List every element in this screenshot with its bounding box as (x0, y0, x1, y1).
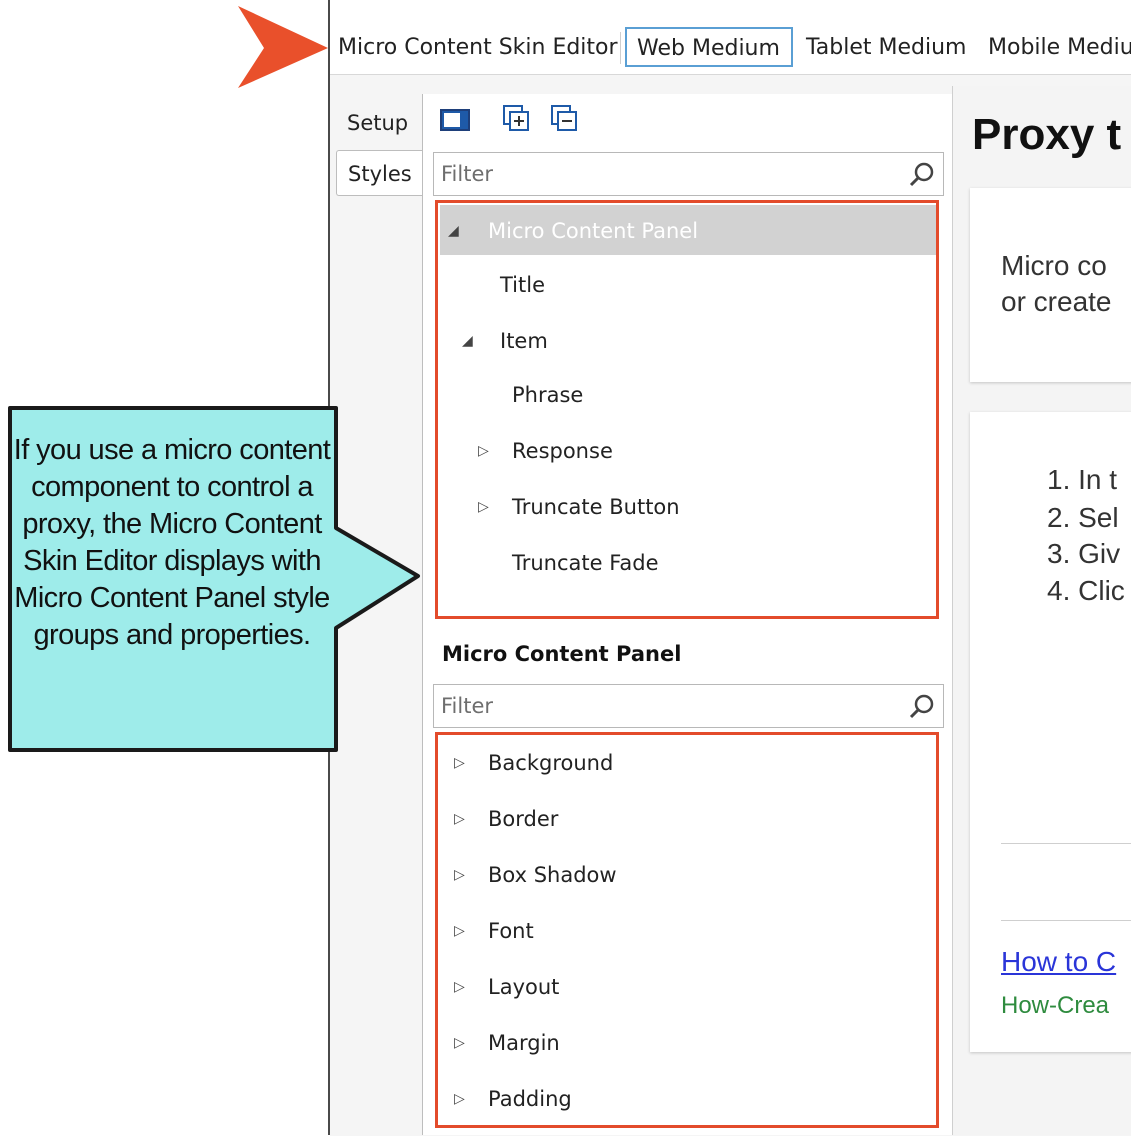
collapsed-arrow-icon[interactable]: ▷ (454, 735, 465, 791)
property-group-background[interactable]: ▷ Background (438, 735, 928, 791)
property-group-font[interactable]: ▷ Font (438, 903, 928, 959)
collapsed-arrow-icon[interactable]: ▷ (454, 1015, 465, 1071)
tree-item-item[interactable]: ◢ Item (438, 313, 838, 369)
property-group-label: Border (488, 807, 559, 831)
property-group-label: Background (488, 751, 614, 775)
tree-item-response[interactable]: ▷ Response (438, 423, 838, 479)
collapsed-arrow-icon[interactable]: ▷ (454, 903, 465, 959)
element-filter-placeholder: Filter (441, 162, 494, 186)
tree-item-phrase[interactable]: Phrase (512, 367, 583, 423)
tree-item-micro-content-panel[interactable]: ◢ Micro Content Panel (438, 203, 936, 259)
collapsed-arrow-icon[interactable]: ▷ (478, 423, 489, 479)
property-group-margin[interactable]: ▷ Margin (438, 1015, 928, 1071)
preview-step: 2. Sel (1047, 502, 1119, 533)
preview-divider (1001, 920, 1131, 921)
preview-step: 4. Clic (1047, 575, 1125, 606)
properties-header: Micro Content Panel (442, 642, 682, 666)
tree-item-label: Response (512, 439, 613, 463)
callout-text: If you use a micro content component to … (13, 434, 331, 651)
preview-source-path: How-Crea (1001, 992, 1110, 1019)
property-group-border[interactable]: ▷ Border (438, 791, 928, 847)
tree-item-label: Item (500, 329, 548, 353)
tab-separator (620, 32, 621, 64)
tree-item-label: Micro Content Panel (488, 219, 699, 243)
tree-item-truncate-fade[interactable]: Truncate Fade (512, 535, 659, 591)
property-filter-input[interactable]: Filter (433, 684, 944, 728)
preview-heading: Proxy t (972, 110, 1122, 159)
collapsed-arrow-icon[interactable]: ▷ (454, 959, 465, 1015)
property-group-label: Font (488, 919, 534, 943)
tab-tablet-medium[interactable]: Tablet Medium (806, 22, 966, 74)
property-group-label: Margin (488, 1031, 560, 1055)
expand-all-icon[interactable] (500, 102, 534, 140)
element-tree: ◢ Micro Content Panel Title ◢ Item Phras… (435, 200, 939, 619)
editor-tab-bar: Micro Content Skin Editor Web Medium Tab… (330, 22, 1131, 74)
element-filter-input[interactable]: Filter (433, 152, 944, 196)
preview-step: 3. Giv (1047, 538, 1121, 569)
property-group-box-shadow[interactable]: ▷ Box Shadow (438, 847, 928, 903)
tree-item-label: Truncate Button (512, 495, 680, 519)
preview-link[interactable]: How to C (1001, 946, 1116, 978)
collapse-all-icon[interactable] (548, 102, 582, 140)
preview-divider (1001, 843, 1131, 844)
property-filter-placeholder: Filter (441, 694, 494, 718)
tab-mobile-medium[interactable]: Mobile Medium (988, 22, 1131, 74)
property-group-label: Box Shadow (488, 863, 617, 887)
property-group-layout[interactable]: ▷ Layout (438, 959, 928, 1015)
collapsed-arrow-icon[interactable]: ▷ (478, 479, 489, 535)
expanded-arrow-icon[interactable]: ◢ (462, 313, 473, 369)
property-group-padding[interactable]: ▷ Padding (438, 1071, 928, 1127)
tab-web-medium[interactable]: Web Medium (625, 27, 793, 67)
collapsed-arrow-icon[interactable]: ▷ (454, 791, 465, 847)
search-icon[interactable] (907, 160, 937, 194)
preview-intro-line: Micro co (1001, 250, 1107, 281)
property-group-label: Padding (488, 1087, 572, 1111)
property-group-list: ▷ Background ▷ Border ▷ Box Shadow ▷ Fon… (435, 732, 939, 1128)
preview-step: 1. In t (1047, 464, 1118, 495)
tree-item-truncate-button[interactable]: ▷ Truncate Button (438, 479, 838, 535)
preview-intro-line: or create (1001, 286, 1112, 317)
preview-card-intro (970, 188, 1131, 382)
panel-layout-icon[interactable] (438, 102, 472, 140)
search-icon[interactable] (907, 692, 937, 726)
collapsed-arrow-icon[interactable]: ▷ (454, 847, 465, 903)
expanded-arrow-icon[interactable]: ◢ (448, 203, 459, 259)
collapsed-arrow-icon[interactable]: ▷ (454, 1071, 465, 1127)
tree-item-title[interactable]: Title (500, 257, 545, 313)
property-group-label: Layout (488, 975, 560, 999)
